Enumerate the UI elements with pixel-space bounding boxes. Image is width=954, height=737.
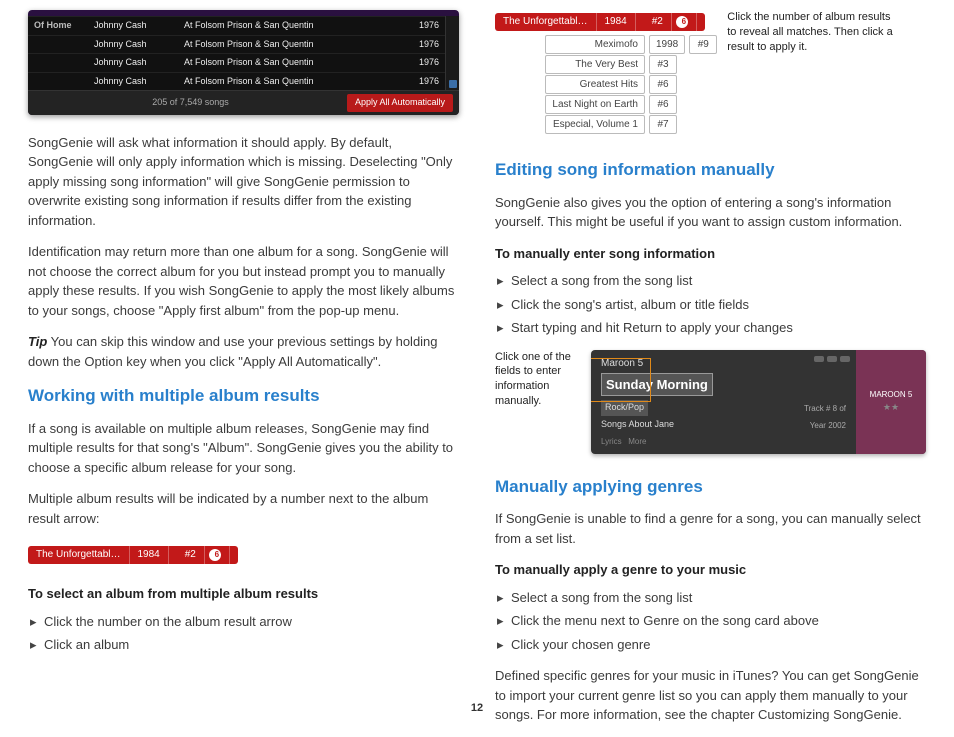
body-text: SongGenie will ask what information it s…: [28, 133, 459, 231]
album-art: MAROON 5★★: [856, 350, 926, 454]
table-row: Johnny CashAt Folsom Prison & San Quenti…: [28, 53, 445, 72]
album-result-pill[interactable]: The Unforgettabl… 1984 #26: [28, 546, 238, 564]
callout-text: Click one of the fields to enter informa…: [495, 350, 581, 409]
heading-editing: Editing song information manually: [495, 157, 926, 183]
lyrics-tab[interactable]: Lyrics: [601, 437, 622, 446]
table-row: Johnny CashAt Folsom Prison & San Quenti…: [28, 72, 445, 91]
heading-genres: Manually applying genres: [495, 474, 926, 500]
body-text: Multiple album results will be indicated…: [28, 489, 459, 528]
steps-list: Select a song from the song list Click t…: [497, 271, 926, 338]
more-tab[interactable]: More: [628, 437, 646, 446]
list-item[interactable]: The Very Best#3: [545, 55, 717, 74]
status-text: 205 of 7,549 songs: [152, 96, 229, 110]
heading-working: Working with multiple album results: [28, 383, 459, 409]
result-count-badge[interactable]: 6: [209, 549, 221, 561]
list-item[interactable]: Especial, Volume 1#7: [545, 115, 717, 134]
song-card: Maroon 5 Sunday Morning Rock/Pop Track #…: [591, 350, 926, 454]
body-text: Defined specific genres for your music i…: [495, 666, 926, 725]
list-item[interactable]: Last Night on Earth#6: [545, 95, 717, 114]
album-result-pill[interactable]: The Unforgettabl… 1984 #26: [495, 13, 705, 31]
scrollbar[interactable]: [445, 16, 459, 90]
screenshot-song-list: Of HomeJohnny CashAt Folsom Prison & San…: [28, 10, 459, 115]
steps-list: Click the number on the album result arr…: [30, 612, 459, 655]
genre-field[interactable]: Rock/Pop: [601, 400, 648, 416]
tip-text: Tip You can skip this window and use you…: [28, 332, 459, 371]
highlight-bracket: [591, 358, 651, 402]
album-dropdown-example: The Unforgettabl… 1984 #26 Meximofo1998#…: [495, 10, 717, 135]
body-text: If SongGenie is unable to find a genre f…: [495, 509, 926, 548]
callout-text: Click the number of album results to rev…: [727, 10, 897, 135]
list-item[interactable]: Greatest Hits#6: [545, 75, 717, 94]
subheading: To select an album from multiple album r…: [28, 584, 459, 604]
body-text: Identification may return more than one …: [28, 242, 459, 320]
table-row: Of HomeJohnny CashAt Folsom Prison & San…: [28, 16, 445, 35]
list-item[interactable]: Meximofo1998#9: [545, 35, 717, 54]
apply-all-button[interactable]: Apply All Automatically: [347, 94, 453, 112]
album-field[interactable]: Songs About Jane: [601, 418, 674, 432]
body-text: SongGenie also gives you the option of e…: [495, 193, 926, 232]
body-text: If a song is available on multiple album…: [28, 419, 459, 478]
steps-list: Select a song from the song list Click t…: [497, 588, 926, 655]
subheading: To manually enter song information: [495, 244, 926, 264]
guitar-icon: [814, 356, 850, 362]
page-number: 12: [471, 700, 483, 717]
subheading: To manually apply a genre to your music: [495, 560, 926, 580]
table-row: Johnny CashAt Folsom Prison & San Quenti…: [28, 35, 445, 54]
